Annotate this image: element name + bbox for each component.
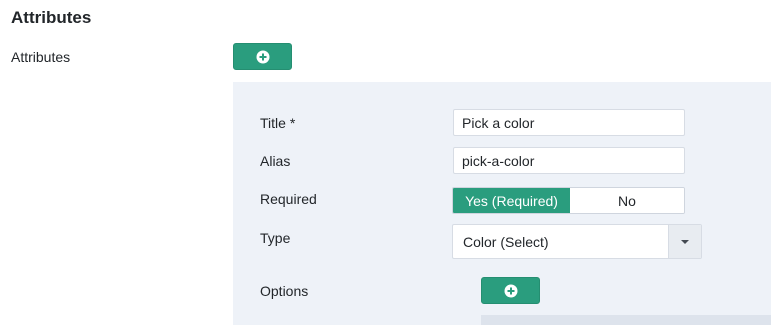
required-yes-option[interactable]: Yes (Required) <box>453 188 570 213</box>
required-no-option[interactable]: No <box>570 188 684 213</box>
attributes-label: Attributes <box>11 49 71 65</box>
required-label: Required <box>260 191 317 207</box>
add-option-button[interactable] <box>481 277 540 304</box>
alias-label: Alias <box>260 153 291 169</box>
plus-circle-icon <box>256 50 269 63</box>
title-label: Title * <box>260 115 296 131</box>
title-input[interactable] <box>453 109 685 136</box>
type-select-value: Color (Select) <box>463 233 549 250</box>
dropdown-toggle[interactable] <box>668 225 701 258</box>
plus-circle-icon <box>504 284 517 297</box>
required-toggle: Yes (Required) No <box>452 187 685 214</box>
type-label: Type <box>260 230 291 246</box>
options-label: Options <box>260 283 309 299</box>
type-select[interactable]: Color (Select) <box>452 224 702 259</box>
page: Attributes Attributes Title * Alias Requ… <box>0 0 771 325</box>
section-heading: Attributes <box>11 8 92 27</box>
options-panel <box>481 315 771 325</box>
alias-input[interactable] <box>453 147 685 174</box>
caret-down-icon <box>681 239 689 244</box>
add-attribute-button[interactable] <box>233 43 292 70</box>
